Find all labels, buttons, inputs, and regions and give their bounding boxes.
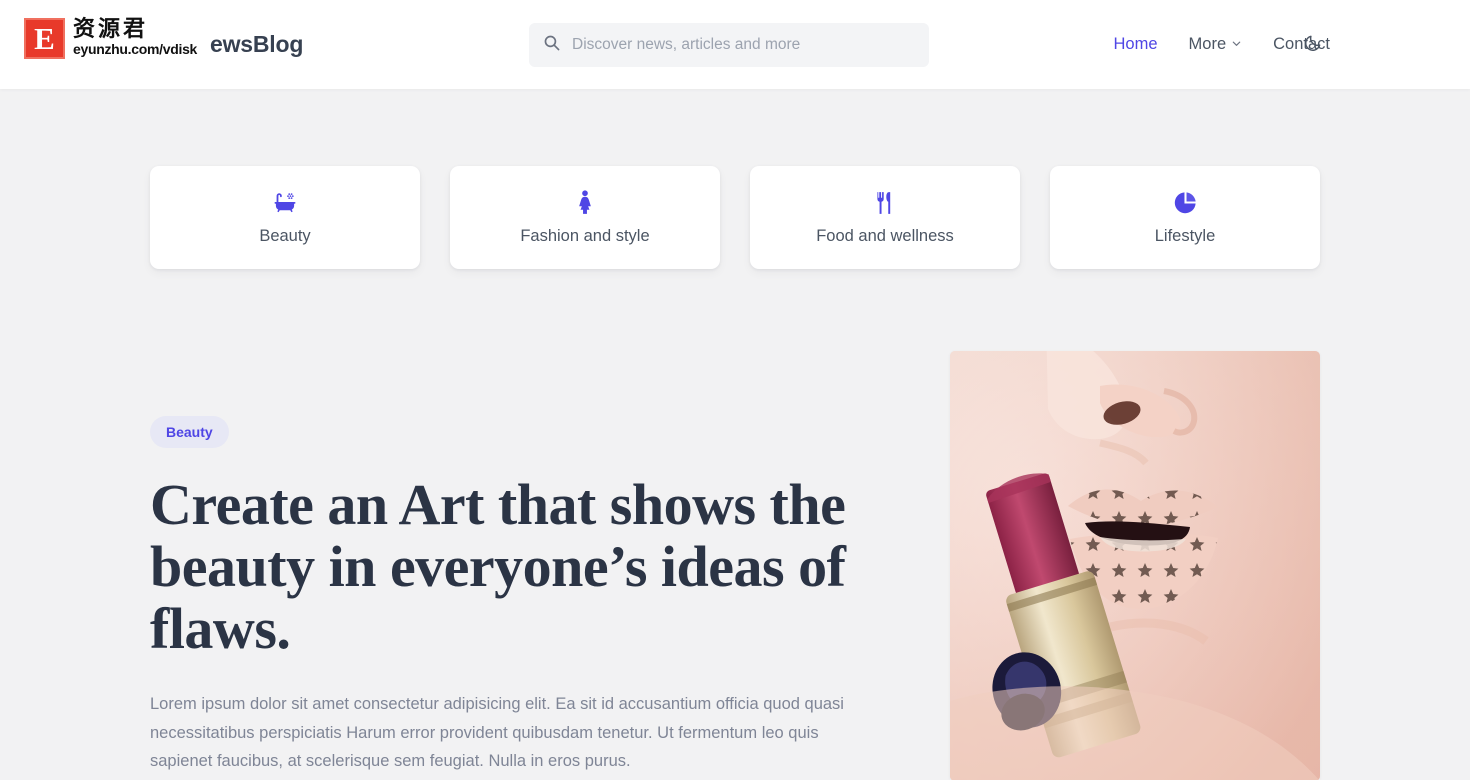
site-brand[interactable]: ewsBlog — [24, 0, 303, 89]
category-card-fashion-and-style[interactable]: Fashion and style — [450, 166, 720, 269]
dark-mode-toggle-button[interactable] — [1298, 30, 1328, 60]
nav-item-more[interactable]: More — [1189, 35, 1243, 54]
category-card-lifestyle[interactable]: Lifestyle — [1050, 166, 1320, 269]
bathtub-icon — [272, 190, 298, 216]
search-bar[interactable] — [529, 23, 929, 67]
category-card-food-and-wellness[interactable]: Food and wellness — [750, 166, 1020, 269]
category-label: Fashion and style — [520, 226, 650, 245]
hero-description: Lorem ipsum dolor sit amet consectetur a… — [150, 695, 844, 770]
search-input[interactable] — [572, 23, 915, 67]
category-label: Food and wellness — [816, 226, 954, 245]
category-label: Beauty — [259, 226, 311, 245]
hero-category-badge[interactable]: Beauty — [150, 416, 229, 448]
category-card-beauty[interactable]: Beauty — [150, 166, 420, 269]
category-label: Lifestyle — [1154, 226, 1216, 245]
fork-knife-icon — [872, 190, 898, 216]
nav-label-more: More — [1188, 35, 1227, 53]
chevron-down-icon — [1231, 35, 1242, 54]
nav-label-home: Home — [1113, 35, 1158, 53]
brand-name: ewsBlog — [210, 31, 304, 57]
page-root: ewsBlog Home More — [0, 0, 1470, 780]
site-header: ewsBlog Home More — [0, 0, 1470, 89]
hero-title: Create an Art that shows the beauty in e… — [150, 472, 846, 662]
search-icon — [543, 34, 560, 56]
category-card-list: Beauty Fashion and style Food and wellne… — [150, 166, 1320, 269]
moon-icon — [1303, 33, 1323, 58]
hero-image — [950, 351, 1320, 780]
nav-item-home[interactable]: Home — [1114, 35, 1158, 54]
pie-chart-icon — [1172, 190, 1198, 216]
female-figure-icon — [572, 189, 598, 216]
hero-text-column: Beauty Create an Art that shows the beau… — [150, 416, 880, 775]
